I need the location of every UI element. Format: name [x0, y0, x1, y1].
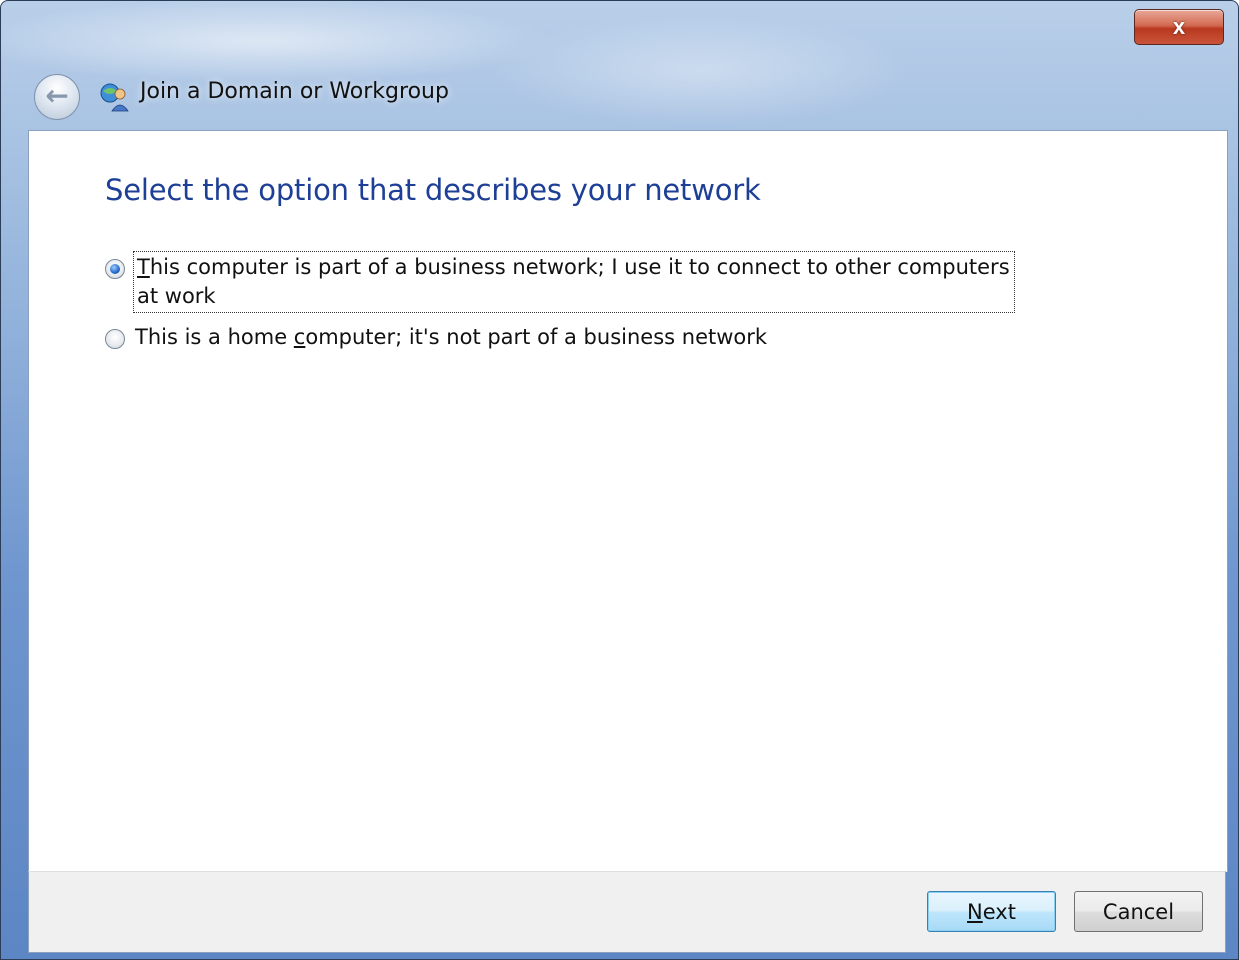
- network-users-icon: [100, 83, 129, 112]
- content-panel: Select the option that describes your ne…: [28, 130, 1228, 872]
- back-arrow-icon: ←: [45, 78, 69, 112]
- business-network-option[interactable]: This computer is part of a business netw…: [105, 251, 1015, 313]
- wizard-window: x ← Join a Domain or Workgroup Select th…: [0, 0, 1239, 960]
- close-icon: x: [1172, 14, 1186, 39]
- button-bar: Next Cancel: [28, 871, 1226, 953]
- cancel-button[interactable]: Cancel: [1074, 891, 1203, 932]
- back-button[interactable]: ←: [34, 74, 80, 120]
- access-key: T: [137, 255, 150, 279]
- home-computer-radio[interactable]: [105, 329, 125, 349]
- access-key: c: [293, 325, 306, 349]
- title-bar: x ← Join a Domain or Workgroup: [1, 1, 1238, 129]
- home-computer-option[interactable]: This is a home computer; it's not part o…: [105, 323, 767, 352]
- window-title: Join a Domain or Workgroup: [140, 79, 449, 104]
- radio-selected-dot: [110, 264, 120, 274]
- business-network-label[interactable]: This computer is part of a business netw…: [133, 251, 1015, 313]
- page-heading: Select the option that describes your ne…: [105, 173, 761, 207]
- close-button[interactable]: x: [1134, 9, 1224, 45]
- next-button[interactable]: Next: [927, 891, 1056, 932]
- home-computer-label[interactable]: This is a home computer; it's not part o…: [135, 323, 767, 352]
- business-network-radio[interactable]: [105, 259, 125, 279]
